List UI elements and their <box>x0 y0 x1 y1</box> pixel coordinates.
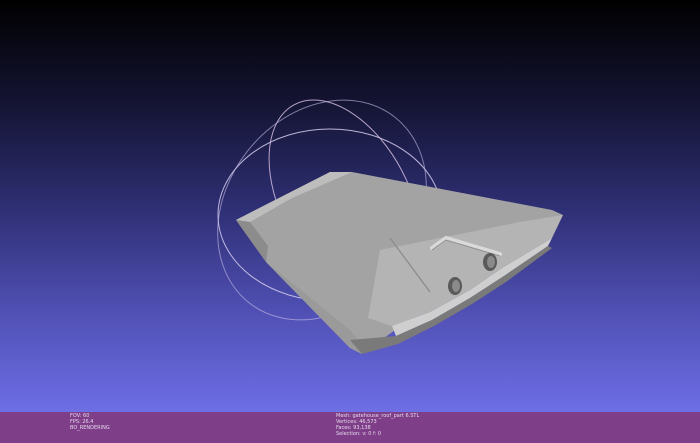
status-bar: FOV: 60 FPS: 26.4 BO_RENDERING Mesh: gat… <box>0 412 700 443</box>
render-info: FOV: 60 FPS: 26.4 BO_RENDERING <box>70 413 110 431</box>
mesh-scene[interactable] <box>0 0 700 412</box>
mesh-info: Mesh: gatehouse_roof_part 6.STL Vertices… <box>336 413 419 437</box>
render-mode-readout: BO_RENDERING <box>70 425 110 431</box>
selection-readout: Selection: v: 0 f: 0 <box>336 431 382 437</box>
mesh-model[interactable] <box>236 172 563 354</box>
3d-viewport[interactable] <box>0 0 700 412</box>
